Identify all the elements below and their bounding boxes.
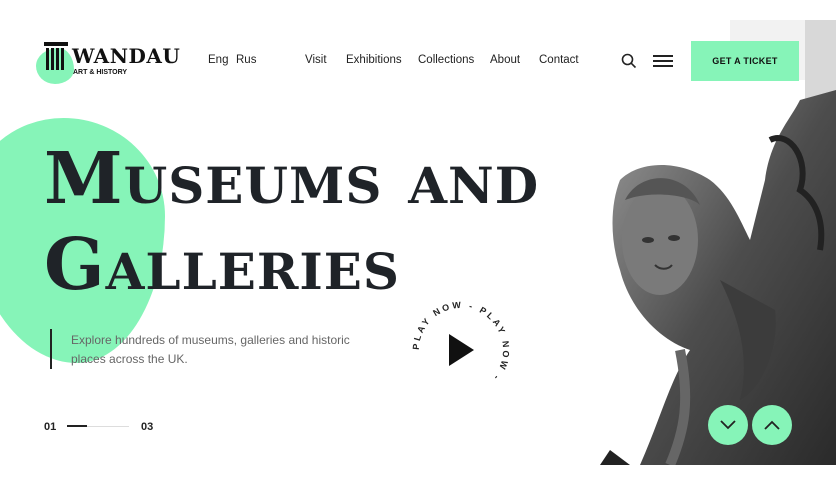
- hero-title-line1: Museums and: [44, 136, 540, 220]
- play-icon[interactable]: [449, 334, 474, 366]
- nav-about[interactable]: About: [490, 54, 520, 66]
- play-now-button[interactable]: PLAY NOW - PLAY NOW -: [409, 298, 513, 402]
- scroll-up-button[interactable]: [752, 405, 792, 445]
- scroll-down-button[interactable]: [708, 405, 748, 445]
- menu-icon[interactable]: [653, 55, 673, 67]
- slide-current: 01: [44, 421, 57, 433]
- slide-progress-fill: [67, 425, 88, 427]
- lang-rus[interactable]: Rus: [236, 54, 256, 66]
- lang-eng[interactable]: Eng: [208, 54, 228, 66]
- nav-exhibitions[interactable]: Exhibitions: [346, 54, 402, 66]
- slide-total: 03: [141, 421, 154, 433]
- statue-image: [600, 20, 836, 465]
- chevron-up-icon: [764, 420, 780, 430]
- column-icon: [44, 42, 68, 70]
- get-ticket-button[interactable]: GET A TICKET: [691, 41, 799, 81]
- nav-visit[interactable]: Visit: [305, 54, 327, 66]
- brand-name: WANDAU: [72, 44, 181, 68]
- nav-collections[interactable]: Collections: [418, 54, 474, 66]
- brand-tagline: ART & HISTORY: [73, 69, 128, 76]
- description-divider: [50, 329, 52, 369]
- hero-title-line2: Galleries: [44, 222, 401, 306]
- search-icon[interactable]: [621, 53, 637, 69]
- hero-description: Explore hundreds of museums, galleries a…: [71, 333, 350, 366]
- nav-contact[interactable]: Contact: [539, 54, 579, 66]
- chevron-down-icon: [720, 420, 736, 430]
